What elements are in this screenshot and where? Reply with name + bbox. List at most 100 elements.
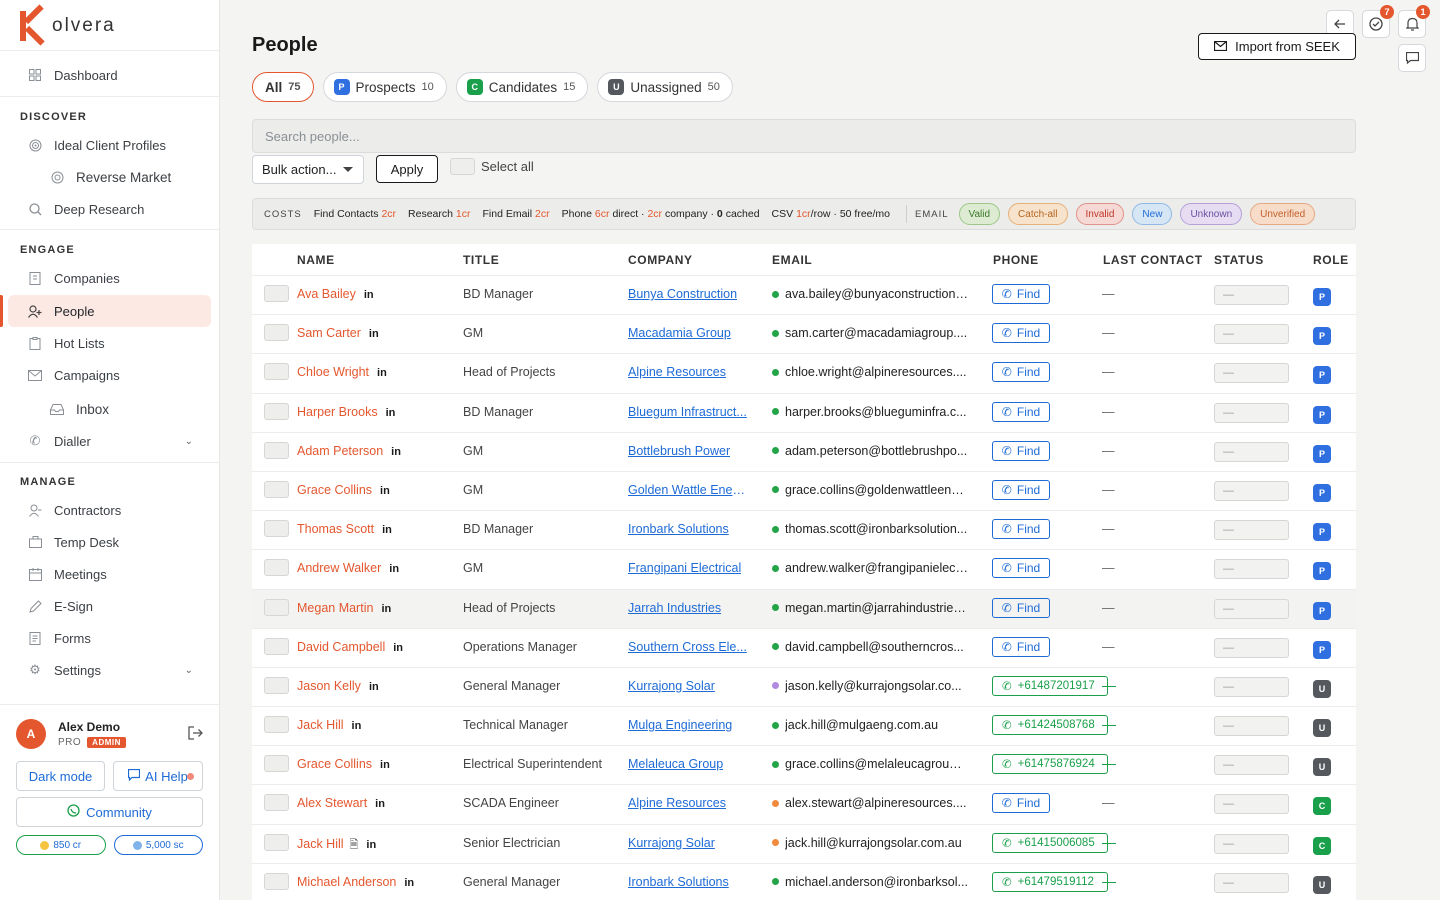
messages-button[interactable] xyxy=(1398,44,1426,72)
person-name[interactable]: Michael Anderson in xyxy=(297,875,414,889)
row-checkbox[interactable] xyxy=(264,559,289,577)
row-checkbox[interactable] xyxy=(264,441,289,459)
role-badge[interactable]: P xyxy=(1313,523,1331,542)
find-phone-button[interactable]: ✆ Find xyxy=(992,597,1050,618)
status-select[interactable]: — xyxy=(1214,833,1289,854)
person-name-text[interactable]: Thomas Scott xyxy=(297,522,374,536)
company-link[interactable]: Bottlebrush Power xyxy=(628,444,730,458)
credits-badge[interactable]: 850 cr xyxy=(16,835,106,855)
status-select[interactable]: — xyxy=(1214,480,1289,501)
ai-help-button[interactable]: AI Help xyxy=(113,761,203,791)
status-select[interactable]: — xyxy=(1214,520,1289,541)
company-link[interactable]: Alpine Resources xyxy=(628,365,726,379)
row-checkbox[interactable] xyxy=(264,324,289,342)
table-row[interactable]: Adam Peterson in GM Bottlebrush Power ada… xyxy=(252,433,1356,472)
person-name-text[interactable]: Michael Anderson xyxy=(297,875,396,889)
nav-people[interactable]: People xyxy=(0,295,211,327)
person-name-text[interactable]: Sam Carter xyxy=(297,326,361,340)
status-select[interactable]: — xyxy=(1214,794,1289,815)
person-name[interactable]: Jason Kelly in xyxy=(297,679,379,693)
person-name[interactable]: Alex Stewart in xyxy=(297,796,385,810)
email-cell[interactable]: andrew.walker@frangipanielect... xyxy=(772,561,968,575)
role-badge[interactable]: P xyxy=(1313,640,1331,659)
tab-all[interactable]: All 75 xyxy=(252,72,314,102)
person-name-text[interactable]: Ava Bailey xyxy=(297,287,356,301)
status-select[interactable]: — xyxy=(1214,285,1289,305)
linkedin-icon[interactable]: in xyxy=(380,759,390,771)
table-row[interactable]: Ava Bailey in BD Manager Bunya Constructi… xyxy=(252,276,1356,316)
row-checkbox[interactable] xyxy=(264,637,289,655)
row-checkbox[interactable] xyxy=(264,363,289,381)
tab-candidates[interactable]: C Candidates 15 xyxy=(455,72,589,102)
person-name-text[interactable]: Harper Brooks xyxy=(297,405,378,419)
col-status[interactable]: STATUS xyxy=(1214,253,1264,267)
row-checkbox[interactable] xyxy=(264,676,289,694)
nav-deep-research[interactable]: Deep Research xyxy=(8,193,211,225)
find-phone-button[interactable]: ✆ Find xyxy=(992,323,1050,344)
email-cell[interactable]: jason.kelly@kurrajongsolar.co... xyxy=(772,679,962,693)
role-badge[interactable]: C xyxy=(1313,797,1331,816)
status-select[interactable]: — xyxy=(1214,755,1289,776)
role-badge[interactable]: U xyxy=(1313,679,1331,698)
person-name-text[interactable]: Chloe Wright xyxy=(297,365,369,379)
person-name[interactable]: Sam Carter in xyxy=(297,326,379,340)
phone-number-button[interactable]: ✆ +61475876924 xyxy=(992,754,1116,775)
nav-inbox[interactable]: Inbox xyxy=(8,393,211,425)
company-link[interactable]: Frangipani Electrical xyxy=(628,561,741,575)
tab-prospects[interactable]: P Prospects 10 xyxy=(322,72,447,102)
nav-contractors[interactable]: Contractors xyxy=(8,494,211,526)
linkedin-icon[interactable]: in xyxy=(380,485,390,497)
company-link[interactable]: Kurrajong Solar xyxy=(628,836,715,850)
status-select[interactable]: — xyxy=(1214,598,1289,619)
email-cell[interactable]: grace.collins@melaleucagroup.... xyxy=(772,757,968,771)
person-name-text[interactable]: Jack Hill xyxy=(297,837,344,851)
role-badge[interactable]: U xyxy=(1313,719,1331,738)
email-cell[interactable]: adam.peterson@bottlebrushpo... xyxy=(772,444,967,458)
company-link[interactable]: Alpine Resources xyxy=(628,796,726,810)
status-select[interactable]: — xyxy=(1214,716,1289,737)
person-name-text[interactable]: Adam Peterson xyxy=(297,444,383,458)
select-all[interactable]: Select all xyxy=(450,158,534,175)
col-email[interactable]: EMAIL xyxy=(772,253,812,267)
email-cell[interactable]: ava.bailey@bunyaconstruction.... xyxy=(772,287,968,301)
row-checkbox[interactable] xyxy=(264,402,289,420)
email-status-pill[interactable]: Unknown xyxy=(1180,203,1243,225)
person-name[interactable]: Harper Brooks in xyxy=(297,405,395,419)
person-name-text[interactable]: Megan Martin xyxy=(297,601,373,615)
role-badge[interactable]: U xyxy=(1313,875,1331,894)
role-badge[interactable]: P xyxy=(1313,562,1331,581)
sc-badge[interactable]: 5,000 sc xyxy=(113,835,203,855)
row-checkbox[interactable] xyxy=(264,520,289,538)
find-phone-button[interactable]: ✆ Find xyxy=(992,519,1050,540)
linkedin-icon[interactable]: in xyxy=(369,328,379,340)
table-row[interactable]: Jack Hill 🗎 in Senior Electrician Kurrajon… xyxy=(252,825,1356,864)
table-row[interactable]: Grace Collins in Electrical Superintenden… xyxy=(252,746,1356,786)
person-name-text[interactable]: Alex Stewart xyxy=(297,796,367,810)
person-name-text[interactable]: Jason Kelly xyxy=(297,679,361,693)
phone-number-button[interactable]: ✆ +61487201917 xyxy=(992,675,1116,696)
email-cell[interactable]: alex.stewart@alpineresources.... xyxy=(772,796,967,810)
row-checkbox[interactable] xyxy=(264,833,289,851)
person-name-text[interactable]: David Campbell xyxy=(297,640,385,654)
person-name-text[interactable]: Grace Collins xyxy=(297,757,372,771)
role-badge[interactable]: P xyxy=(1313,366,1331,385)
email-cell[interactable]: harper.brooks@blueguminfra.c... xyxy=(772,405,967,419)
select-all-checkbox[interactable] xyxy=(450,158,475,175)
company-link[interactable]: Melaleuca Group xyxy=(628,757,723,771)
find-phone-button[interactable]: ✆ Find xyxy=(992,362,1050,383)
email-cell[interactable]: jack.hill@mulgaeng.com.au xyxy=(772,718,938,732)
apply-button[interactable]: Apply xyxy=(376,155,438,183)
company-link[interactable]: Southern Cross Ele... xyxy=(628,640,747,654)
person-name[interactable]: David Campbell in xyxy=(297,640,403,654)
row-checkbox[interactable] xyxy=(264,794,289,812)
company-link[interactable]: Golden Wattle Energy xyxy=(628,483,748,497)
email-status-pill[interactable]: Catch-all xyxy=(1008,203,1068,225)
person-name[interactable]: Grace Collins in xyxy=(297,483,390,497)
table-row[interactable]: Chloe Wright in Head of Projects Alpine R… xyxy=(252,354,1356,394)
status-select[interactable]: — xyxy=(1214,872,1289,893)
table-row[interactable]: Megan Martin in Head of Projects Jarrah I… xyxy=(252,589,1356,629)
role-badge[interactable]: U xyxy=(1313,758,1331,777)
nav-reverse-market[interactable]: Reverse Market xyxy=(8,161,211,193)
tasks-button[interactable]: 7 xyxy=(1362,5,1394,38)
person-name[interactable]: Adam Peterson in xyxy=(297,444,401,458)
